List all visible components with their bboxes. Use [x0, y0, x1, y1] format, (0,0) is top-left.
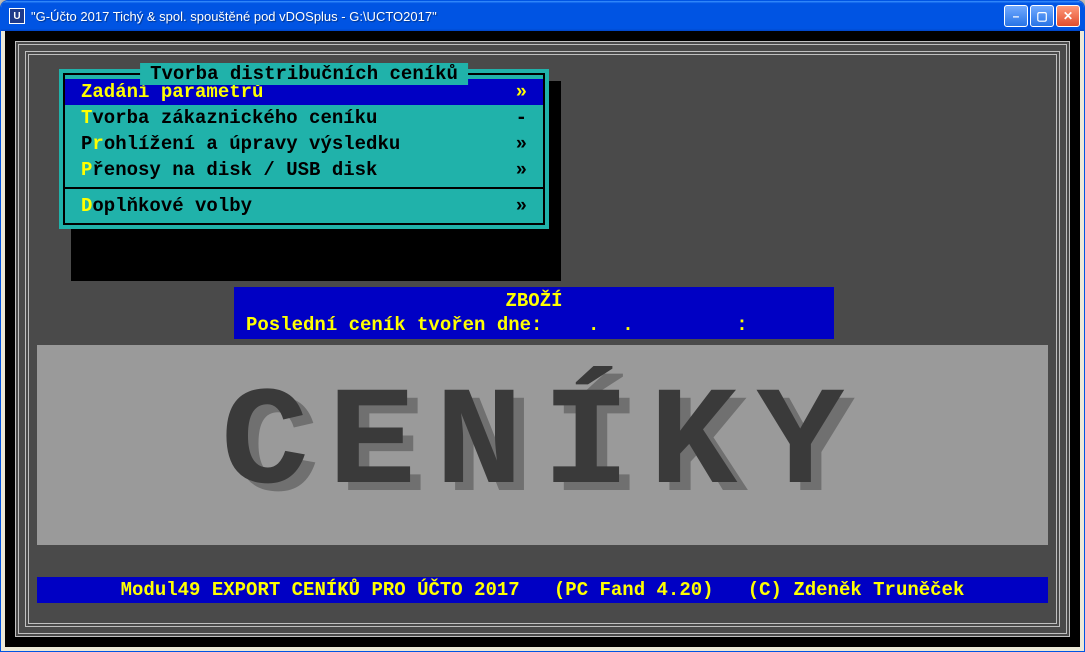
- menu-box: Tvorba distribučních ceníků Zadání param…: [59, 69, 549, 229]
- close-button[interactable]: ✕: [1056, 5, 1080, 27]
- menu-item-doplnkove[interactable]: Doplňkové volby »: [65, 193, 543, 219]
- menu-item-prohlizeni[interactable]: Prohlížení a úpravy výsledku »: [65, 131, 543, 157]
- status-line1: ZBOŽÍ: [246, 289, 822, 313]
- footer-bar: Modul49 EXPORT CENÍKŮ PRO ÚČTO 2017 (PC …: [37, 577, 1048, 603]
- status-bar: ZBOŽÍ Poslední ceník tvořen dne: . . :: [234, 287, 834, 339]
- client-area: Tvorba distribučních ceníků Zadání param…: [5, 31, 1080, 647]
- status-line2: Poslední ceník tvořen dne: . . :: [246, 313, 822, 337]
- banner-area: CENÍKY: [37, 345, 1048, 545]
- titlebar[interactable]: U "G-Účto 2017 Tichý & spol. spouštěné p…: [1, 1, 1084, 31]
- dos-screen: Tvorba distribučních ceníků Zadání param…: [15, 41, 1070, 637]
- app-icon: U: [9, 8, 25, 24]
- menu-items: Zadání parametrů » Tvorba zákaznického c…: [65, 75, 543, 223]
- app-window: U "G-Účto 2017 Tichý & spol. spouštěné p…: [0, 0, 1085, 652]
- banner-text: CENÍKY: [221, 366, 864, 525]
- window-buttons: – ▢ ✕: [1004, 5, 1080, 27]
- inner-frame: Tvorba distribučních ceníků Zadání param…: [25, 51, 1060, 627]
- maximize-button[interactable]: ▢: [1030, 5, 1054, 27]
- menu-title: Tvorba distribučních ceníků: [140, 63, 468, 85]
- minimize-button[interactable]: –: [1004, 5, 1028, 27]
- menu-item-tvorba-ceniku[interactable]: Tvorba zákaznického ceníku -: [65, 105, 543, 131]
- menu-item-prenosy[interactable]: Přenosy na disk / USB disk »: [65, 157, 543, 183]
- menu-separator: [65, 187, 543, 189]
- window-title: "G-Účto 2017 Tichý & spol. spouštěné pod…: [31, 9, 1004, 24]
